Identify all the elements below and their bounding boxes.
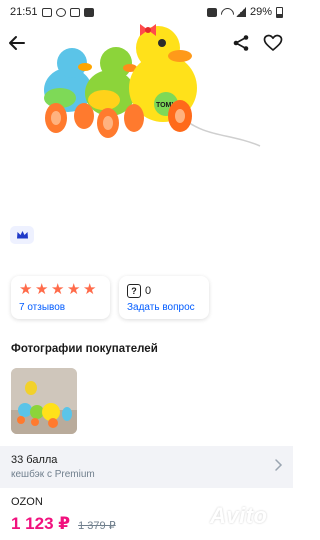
star-icon: ★ [67,281,81,298]
cashback-row[interactable]: 33 балла кешбэк с Premium [0,446,293,488]
top-navigation [0,26,293,60]
arrow-left-icon [9,36,25,50]
star-icon: ★ [83,281,97,298]
premium-badge[interactable] [10,226,34,244]
ask-question-link[interactable]: Задать вопрос [127,302,201,313]
questions-card[interactable]: ? 0 Задать вопрос [119,276,209,319]
cashback-points: 33 балла [11,454,58,466]
cashback-subtitle: кешбэк с Premium [11,469,95,480]
current-price: 1 123 ₽ [11,514,71,533]
back-button[interactable] [4,30,30,56]
star-icon: ★ [19,281,33,298]
watermark-text: Avito [210,503,268,528]
buyer-photos-title: Фотографии покупателей [11,343,158,355]
crown-icon [16,231,28,239]
chevron-right-icon [275,459,283,471]
star-icon: ★ [51,281,65,298]
rating-stars: ★ ★ ★ ★ ★ [19,282,102,299]
avito-watermark: Avito [186,503,268,529]
favorite-button[interactable] [260,30,286,56]
old-price: 1 379 ₽ [78,520,116,532]
heart-outline-icon [263,34,283,51]
reviews-link[interactable]: 7 отзывов [19,302,102,313]
star-icon: ★ [35,281,49,298]
question-icon: ? [127,283,141,298]
price-row: 1 123 ₽ 1 379 ₽ [11,514,116,534]
avito-logo-icon [187,506,205,525]
rating-card[interactable]: ★ ★ ★ ★ ★ 7 отзывов [11,276,110,319]
share-button[interactable] [228,30,254,56]
seller-name[interactable]: OZON [11,496,43,508]
buyer-photo-thumbnail[interactable] [11,368,77,434]
questions-count: 0 [145,284,152,297]
buyer-photo [11,368,77,434]
questions-row: ? 0 [127,282,201,299]
share-icon [233,35,249,51]
